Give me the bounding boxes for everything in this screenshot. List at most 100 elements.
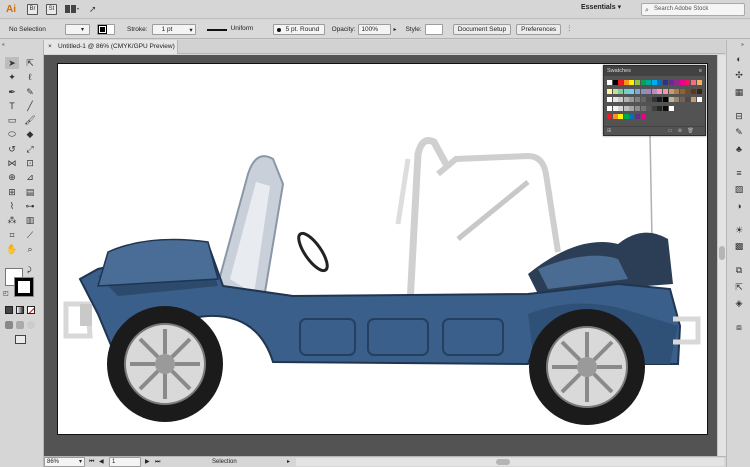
swatch-cell[interactable]: [679, 80, 685, 85]
selection-tool-icon[interactable]: ➤: [5, 57, 19, 69]
swatch-cell[interactable]: [629, 88, 635, 94]
variable-width-profile[interactable]: Uniform: [206, 24, 269, 35]
swatch-cell[interactable]: [691, 88, 696, 94]
perspective-grid-tool-icon[interactable]: ⊿: [23, 171, 37, 183]
export-panel-icon[interactable]: ⇱: [733, 281, 745, 293]
swatch-cell[interactable]: [651, 97, 657, 102]
rectangle-tool-icon[interactable]: ▭: [5, 114, 19, 126]
swatch-cell[interactable]: [618, 88, 624, 94]
swatch-cell[interactable]: [691, 97, 696, 102]
direct-selection-tool-icon[interactable]: ⇱: [23, 57, 37, 69]
width-tool-icon[interactable]: ⋈: [5, 157, 19, 169]
document-setup-button[interactable]: Document Setup: [452, 23, 512, 35]
align-options-icon[interactable]: ⫶: [568, 24, 570, 34]
swatch-cell[interactable]: [612, 114, 618, 119]
shape-builder-tool-icon[interactable]: ⊕: [5, 171, 19, 183]
horizontal-scrollbar[interactable]: [296, 458, 724, 466]
column-graph-tool-icon[interactable]: ▥: [23, 214, 37, 226]
swatch-cell[interactable]: [657, 97, 663, 102]
swatch-cell[interactable]: [696, 88, 702, 94]
swatch-cell[interactable]: [668, 105, 674, 111]
swatch-cell[interactable]: [646, 88, 652, 94]
stroke-weight-field[interactable]: 1 pt ▾: [151, 23, 196, 35]
fill-swatch[interactable]: ▾: [65, 23, 90, 35]
color-guide-icon[interactable]: ✣: [733, 69, 745, 81]
swatches-panel-icon[interactable]: ▦: [733, 86, 745, 98]
opacity-field[interactable]: 100%: [358, 23, 392, 35]
swatch-cell[interactable]: [618, 114, 624, 119]
draw-inside-icon[interactable]: [27, 321, 35, 329]
shaper-tool-icon[interactable]: ⬭: [5, 128, 19, 140]
type-tool-icon[interactable]: T: [5, 100, 19, 112]
swatch-cell[interactable]: [618, 80, 624, 85]
artboard-tool-icon[interactable]: ⌗: [5, 229, 19, 241]
swatch-cell[interactable]: [696, 97, 702, 102]
swatch-cell[interactable]: [629, 97, 635, 102]
pathfinder-panel-icon[interactable]: ⧈: [733, 321, 745, 333]
color-panel-icon[interactable]: ◐: [733, 53, 745, 65]
brush-definition[interactable]: 5 pt. Round: [272, 23, 325, 35]
swatch-cell[interactable]: [657, 105, 663, 111]
stroke-swatch[interactable]: [97, 23, 115, 35]
workspace-switcher[interactable]: Essentials ▾: [581, 3, 621, 11]
close-icon[interactable]: ×: [48, 40, 52, 54]
first-artboard-icon[interactable]: ⏮: [89, 457, 94, 467]
swatch-cell[interactable]: [618, 97, 624, 102]
swatch-cell[interactable]: [635, 105, 640, 111]
zoom-field[interactable]: 86% ▾: [44, 457, 85, 467]
swatch-cell[interactable]: [635, 88, 640, 94]
swatch-cell[interactable]: [640, 105, 646, 111]
graphic-styles-panel-icon[interactable]: ▩: [733, 240, 745, 252]
next-artboard-icon[interactable]: ▶: [145, 457, 150, 467]
draw-normal-icon[interactable]: [5, 321, 13, 329]
swatch-cell[interactable]: [607, 114, 612, 119]
swatch-cell[interactable]: [696, 80, 702, 85]
new-color-group-icon[interactable]: ▭: [668, 128, 673, 134]
scale-tool-icon[interactable]: ⤢: [23, 143, 37, 155]
blend-tool-icon[interactable]: ⊶: [23, 200, 37, 212]
swatch-cell[interactable]: [674, 80, 680, 85]
swatches-panel-header[interactable]: Swatches ≡: [604, 66, 705, 76]
swatch-cell[interactable]: [685, 80, 691, 85]
default-fill-stroke-icon[interactable]: ◰: [3, 290, 9, 297]
swatches-panel[interactable]: Swatches ≡ ⊞ ▭ ⊕ 🗑: [603, 65, 706, 136]
status-menu-icon[interactable]: ▸: [287, 457, 290, 467]
mesh-tool-icon[interactable]: ⊞: [5, 186, 19, 198]
swatch-cell[interactable]: [640, 114, 646, 119]
swatch-cell[interactable]: [663, 105, 668, 111]
swatch-cell[interactable]: [674, 97, 680, 102]
transparency-panel-icon[interactable]: ◑: [733, 200, 745, 212]
opacity-chevron-icon[interactable]: ▸: [393, 26, 396, 33]
line-segment-tool-icon[interactable]: ╱: [23, 100, 37, 112]
previous-artboard-icon[interactable]: ◀: [99, 457, 104, 467]
swatch-cell[interactable]: [629, 80, 635, 85]
cc-libraries-icon[interactable]: ⊟: [733, 110, 745, 122]
layers-panel-icon[interactable]: ⧉: [733, 264, 745, 276]
artboards-panel-icon[interactable]: ◈: [733, 297, 745, 309]
last-artboard-icon[interactable]: ⏭: [155, 457, 160, 467]
gradient-tool-icon[interactable]: ▤: [23, 186, 37, 198]
symbol-sprayer-tool-icon[interactable]: ⁂: [5, 214, 19, 226]
swatch-cell[interactable]: [663, 80, 668, 85]
swatch-cell[interactable]: [651, 88, 657, 94]
lasso-tool-icon[interactable]: ℓ: [23, 71, 37, 83]
swatch-cell[interactable]: [668, 97, 674, 102]
delete-swatch-icon[interactable]: 🗑: [687, 128, 693, 134]
pen-tool-icon[interactable]: ✒: [5, 86, 19, 98]
swatch-cell[interactable]: [612, 97, 618, 102]
color-mode-icon[interactable]: [5, 306, 13, 314]
curvature-tool-icon[interactable]: ✎: [23, 86, 37, 98]
swatch-cell[interactable]: [623, 105, 629, 111]
stroke-color-icon[interactable]: [14, 277, 34, 297]
horizontal-scroll-thumb[interactable]: [496, 459, 510, 465]
vertical-scrollbar[interactable]: [717, 55, 726, 456]
change-screen-mode-icon[interactable]: [15, 335, 26, 344]
swatch-cell[interactable]: [663, 97, 668, 102]
swatch-cell[interactable]: [651, 80, 657, 85]
panel-menu-icon[interactable]: ≡: [699, 66, 702, 76]
swatch-cell[interactable]: [629, 114, 635, 119]
swatch-cell[interactable]: [629, 105, 635, 111]
swatch-cell[interactable]: [679, 97, 685, 102]
swatch-cell[interactable]: [612, 80, 618, 85]
new-swatch-icon[interactable]: ⊕: [678, 128, 682, 134]
